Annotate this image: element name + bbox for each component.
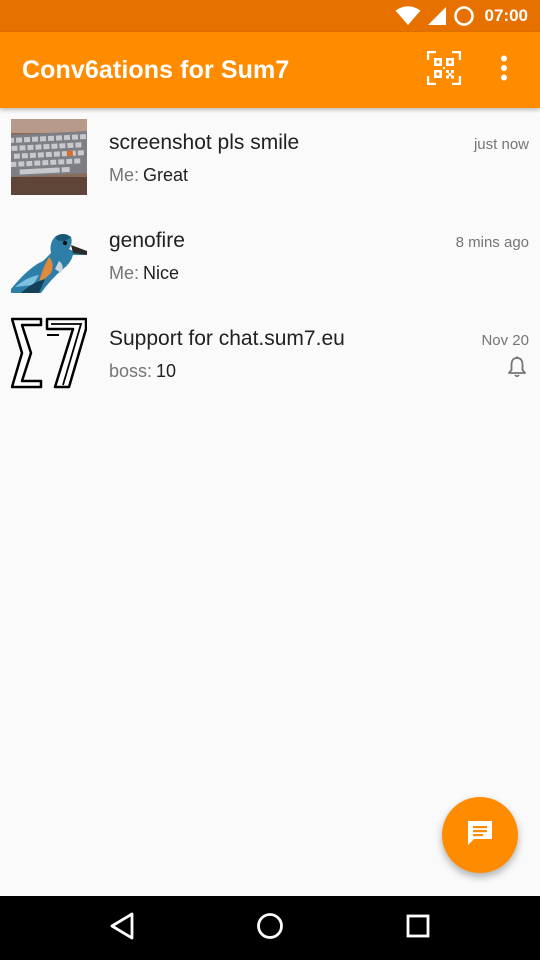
home-button[interactable]: [252, 910, 288, 946]
overflow-menu-button[interactable]: [478, 44, 530, 96]
message-sender: boss:: [109, 361, 153, 381]
message-preview: 10: [156, 361, 177, 381]
toolbar-title: Conv6ations for Sum7: [22, 55, 290, 84]
new-message-icon: [465, 818, 495, 853]
conversation-time: Nov 20: [481, 332, 529, 349]
conversation-name: genofire: [109, 229, 185, 252]
message-sender: Me:: [109, 263, 140, 283]
status-time: 07:00: [484, 6, 528, 25]
wifi-icon: [395, 6, 421, 26]
bell-icon: [507, 356, 527, 378]
conversation-row[interactable]: screenshot pls smile just now Me: Great: [0, 108, 540, 206]
avatar-keyboard-photo: [11, 119, 87, 195]
conversation-row[interactable]: genofire 8 mins ago Me: Nice: [0, 206, 540, 304]
message-sender: Me:: [109, 165, 140, 185]
app-toolbar: Conv6ations for Sum7: [0, 32, 540, 108]
last-message: boss: 10: [109, 361, 176, 382]
recents-button[interactable]: [400, 910, 436, 946]
status-bar: 07:00: [0, 0, 540, 32]
conversation-time: 8 mins ago: [455, 234, 529, 251]
navigation-bar: [0, 896, 540, 960]
recents-icon: [405, 913, 431, 944]
battery-icon: [453, 5, 475, 27]
overflow-menu-icon: [500, 55, 508, 86]
scan-qr-button[interactable]: [418, 44, 470, 96]
back-button[interactable]: [104, 910, 140, 946]
last-message: Me: Nice: [109, 263, 179, 284]
conversation-row[interactable]: Support for chat.sum7.eu Nov 20 boss: 10: [0, 304, 540, 402]
conversation-time: just now: [473, 136, 529, 153]
avatar-sum7-logo: [11, 315, 87, 391]
avatar-kingfisher-image: [11, 217, 87, 293]
qr-code-icon: [426, 50, 462, 90]
message-preview: Great: [143, 165, 189, 185]
new-conversation-button[interactable]: [442, 797, 518, 873]
screen: 07:00 Conv6ations for Sum7 screenshot pl…: [0, 0, 540, 960]
conversation-list: screenshot pls smile just now Me:Great: [0, 108, 540, 402]
back-icon: [109, 912, 135, 945]
cell-signal-icon: [427, 6, 447, 26]
conversation-name: Support for chat.sum7.eu: [109, 327, 345, 350]
message-preview: Nice: [143, 263, 180, 283]
conversation-name: screenshot pls smile: [109, 131, 300, 154]
last-message: Me: Great: [109, 165, 188, 186]
home-icon: [256, 912, 284, 945]
